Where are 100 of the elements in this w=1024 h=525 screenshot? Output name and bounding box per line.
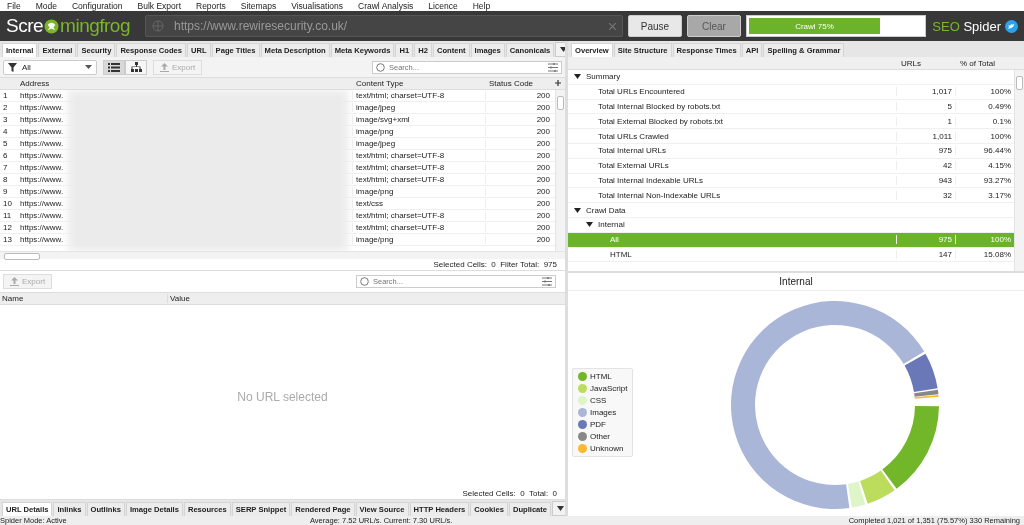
table-cell: 200 [485,127,553,136]
logo-text: Scre [6,15,44,37]
legend-label: Images [590,408,617,417]
table-cell: 200 [485,115,553,124]
view-toggle[interactable] [103,59,125,75]
collapse-icon[interactable] [586,222,593,228]
table-cell-text: https://www. [19,211,65,220]
view-toggle[interactable] [125,59,147,75]
tree-row[interactable]: Total External Blocked by robots.txt 1 0.1% [568,114,1014,130]
column-header[interactable]: Value [168,294,190,303]
tree-row[interactable]: Internal [568,217,1014,233]
row-number: 7 [2,163,9,172]
row-number: 13 [2,235,13,244]
legend-label: CSS [590,396,607,405]
row-number: 1 [2,91,9,100]
scrollbar[interactable] [1014,70,1024,271]
table-cell-text: https://www. [19,103,65,112]
collapse-icon[interactable] [574,74,581,80]
row-number: 3 [2,115,9,124]
column-header[interactable]: % of Total [956,58,1015,68]
table-cell: text/html; charset=UTF-8 [352,211,485,220]
table-cell: image/jpeg [352,103,485,112]
table-cell-text: https://www. [19,91,65,100]
table-cell: image/svg+xml [352,115,485,124]
table-cell-text: https://www. [19,115,65,124]
menu-item[interactable]: Licence [428,0,458,11]
table-cell: text/html; charset=UTF-8 [352,91,485,100]
table-cell-text: https://www. [19,139,65,148]
filter-icon [8,62,17,72]
table-cell: image/jpeg [352,139,485,148]
filter-dropdown[interactable]: All [3,59,97,75]
filter-settings-icon[interactable] [542,277,552,286]
menu-item[interactable]: Sitemaps [240,0,277,11]
table-cell: image/png [352,127,485,136]
tree-row[interactable]: Total Internal Non-Indexable URLs 32 3.17% [568,188,1014,204]
row-number: 5 [2,139,9,148]
tree-row[interactable]: Summary [568,70,1014,85]
tree-row[interactable]: Total Internal Indexable URLs 943 93.27% [568,173,1014,189]
table-cell: image/png [352,235,485,244]
row-number: 6 [2,151,9,160]
tree-row[interactable]: HTML 147 15.08% [568,247,1014,263]
progress-label: Crawl 75% [794,22,835,31]
table-cell: 200 [485,175,553,184]
more-tabs-button[interactable] [552,501,565,516]
menu-item[interactable]: Visualisations [291,0,344,11]
scrollbar[interactable] [555,90,565,251]
table-cell: text/html; charset=UTF-8 [352,175,485,184]
menu-item[interactable]: Bulk Export [137,0,181,11]
filter-settings-icon[interactable] [548,62,558,72]
column-header[interactable]: URLs [897,58,956,68]
legend-label: PDF [590,420,606,429]
caret-icon [560,47,565,52]
table-cell: 200 [485,211,553,220]
menu-item[interactable]: Help [472,0,491,11]
menu-item[interactable]: Crawl Analysis [358,0,414,11]
upload-icon [10,277,19,286]
column-header[interactable]: Name [0,294,168,303]
menu-item[interactable]: Mode [35,0,57,11]
table-cell: 200 [485,163,553,172]
tree-row[interactable]: Total Internal URLs 975 96.44% [568,144,1014,159]
table-cell: 200 [485,103,553,112]
row-number: 2 [2,103,9,112]
column-header[interactable]: Status Code [485,79,553,88]
brand-name: SEO Spider [932,18,1001,34]
globe-icon [152,20,164,32]
status-text: Selected Cells: 0 Total: 0 [462,489,557,498]
tree-row[interactable]: Total URLs Crawled 1,011 100% [568,129,1014,144]
tree-row[interactable]: Total Internal Blocked by robots.txt 5 0.49% [568,99,1014,115]
tree-row[interactable]: Total External URLs 42 4.15% [568,158,1014,174]
table-cell: 200 [485,139,553,148]
table-cell-text: https://www. [19,235,65,244]
table-cell: image/png [352,187,485,196]
menu-item[interactable]: Reports [196,0,226,11]
table-cell: text/css [352,199,485,208]
legend-label: Other [590,432,610,441]
table-cell: text/html; charset=UTF-8 [352,223,485,232]
table-cell-text: https://www. [19,175,65,184]
header-button[interactable]: Pause [628,15,682,37]
table-cell-text: https://www. [19,127,65,136]
table-cell: text/html; charset=UTF-8 [352,151,485,160]
row-number: 10 [2,199,13,208]
legend-label: HTML [590,372,612,381]
empty-message: No URL selected [237,389,328,404]
search-icon [360,277,369,286]
table-cell-text: https://www. [19,163,65,172]
column-header[interactable]: Content Type [352,79,485,88]
plus-icon[interactable] [555,80,561,86]
table-cell-text: https://www. [19,187,65,196]
search-icon [376,62,385,72]
tree-row[interactable]: Total URLs Encountered 1,017 100% [568,84,1014,100]
bird-icon[interactable] [1005,19,1018,33]
menu-item[interactable]: File [7,0,21,11]
column-header[interactable]: Address [17,79,352,88]
table-cell-text: https://www. [19,151,65,160]
legend-label: JavaScript [590,384,628,393]
tree-row[interactable]: Crawl Data [568,203,1014,218]
menu-item[interactable]: Configuration [71,0,123,11]
collapse-icon[interactable] [574,207,581,213]
scrollbar[interactable] [0,251,565,259]
row-number: 4 [2,127,9,136]
